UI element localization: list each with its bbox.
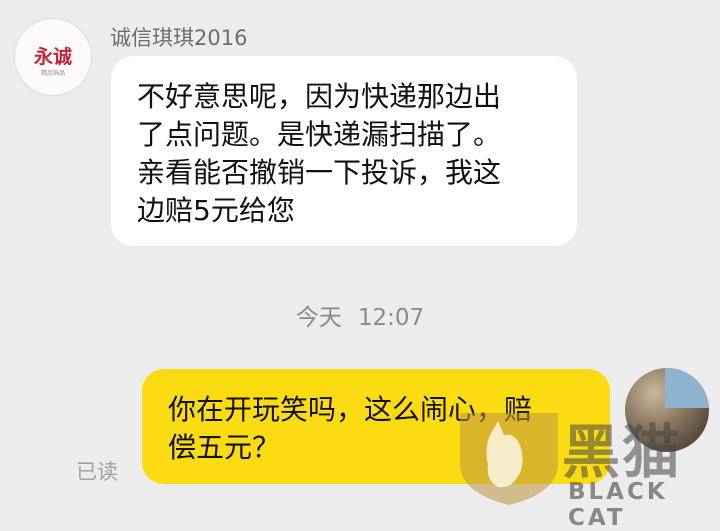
outgoing-message-bubble[interactable]: 你在开玩笑吗，这么闹心，赔 偿五元？ [142, 369, 610, 484]
message-line: 你在开玩笑吗，这么闹心，赔 [168, 393, 533, 426]
message-line: 亲看能否撤销一下投诉，我这 [137, 156, 502, 189]
message-line: 边赔5元给您 [137, 194, 295, 227]
timestamp-day: 今天 [295, 305, 342, 331]
message-line: 不好意思呢，因为快递那边出 [137, 80, 502, 113]
contact-avatar[interactable]: 永诚 精品饰品 [14, 18, 92, 96]
message-line: 偿五元？ [168, 431, 281, 464]
incoming-message-bubble[interactable]: 不好意思呢，因为快递那边出 了点问题。是快递漏扫描了。 亲看能否撤销一下投诉，我… [111, 56, 577, 246]
sender-name: 诚信琪琪2016 [110, 26, 248, 50]
read-status: 已读 [76, 460, 118, 484]
user-avatar[interactable] [625, 368, 709, 452]
avatar-logo-text: 永诚 [33, 46, 72, 68]
message-line: 了点问题。是快递漏扫描了。 [137, 118, 502, 151]
watermark-en: BLACK CAT [568, 479, 668, 531]
avatar-logo-subtext: 精品饰品 [40, 70, 65, 77]
avatar-photo [665, 368, 709, 408]
message-timestamp: 今天 12:07 [0, 298, 720, 332]
timestamp-time: 12:07 [357, 305, 425, 331]
